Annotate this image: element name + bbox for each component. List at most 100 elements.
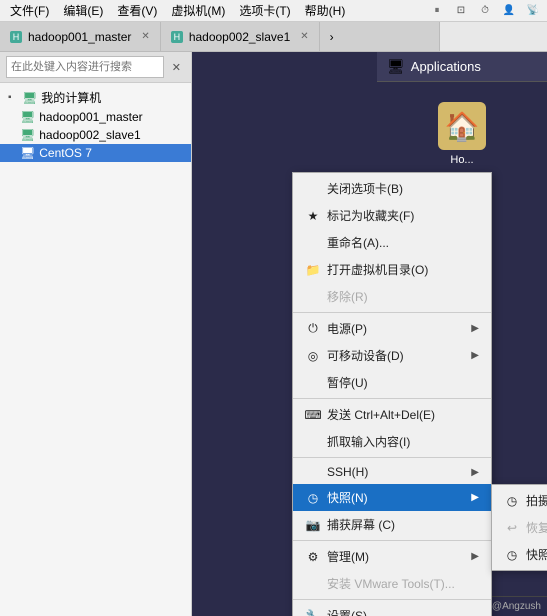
tree-root-label: 我的计算机 xyxy=(41,89,101,106)
ctx-label-power: 电源(P) xyxy=(327,320,367,337)
submenu-icon-take: ◷ xyxy=(504,494,520,508)
ctx-arrow-snapshot: ▶ xyxy=(471,492,479,503)
ctx-arrow-power: ▶ xyxy=(471,323,479,334)
menu-help[interactable]: 帮助(H) xyxy=(299,0,352,21)
user-icon[interactable]: 👤 xyxy=(499,2,519,20)
sidebar-header: ✕ xyxy=(0,52,191,83)
main-layout: ✕ ▪ 🖥 我的计算机 🖥 hadoop001_master 🖥 hadoop0… xyxy=(0,52,547,616)
submenu-restore-snapshot: ↩ 恢复到快照 xyxy=(492,514,547,541)
ctx-capture-screen[interactable]: 📷 捕获屏幕 (C) xyxy=(293,511,491,538)
tab-close-hadoop002[interactable]: ✕ xyxy=(300,31,308,42)
tab-icon-hadoop002: H xyxy=(171,31,183,43)
clock-icon[interactable]: ⏱ xyxy=(475,2,495,20)
submenu-label-take: 拍摄快照(T)... xyxy=(526,492,547,509)
ctx-icon-removable: ◎ xyxy=(305,349,321,363)
menu-tab[interactable]: 选项卡(T) xyxy=(233,0,296,21)
ctx-sep-1 xyxy=(293,312,491,313)
network-icon[interactable]: 📡 xyxy=(523,2,543,20)
tab-more[interactable]: › xyxy=(320,22,440,51)
ctx-icon-opendir: 📁 xyxy=(305,263,321,277)
ctx-icon-manage: ⚙ xyxy=(305,550,321,564)
ctx-bookmark[interactable]: ★ 标记为收藏夹(F) xyxy=(293,202,491,229)
ctx-sep-4 xyxy=(293,540,491,541)
vm-icon-hadoop001: 🖥 xyxy=(20,110,35,124)
menubar: 文件(F) 编辑(E) 查看(V) 虚拟机(M) 选项卡(T) 帮助(H) ⏸ … xyxy=(0,0,547,22)
snapshot-submenu: ◷ 拍摄快照(T)... ↩ 恢复到快照 ◷ 快照管理器(M) xyxy=(491,484,547,571)
home-folder-icon: 🏠 xyxy=(438,102,486,150)
ctx-snapshot[interactable]: ◷ 快照(N) ▶ ◷ 拍摄快照(T)... ↩ 恢复到快照 ◷ 快照管理器( xyxy=(293,484,491,511)
ctx-label-capture: 捕获屏幕 (C) xyxy=(327,516,395,533)
submenu-icon-manager: ◷ xyxy=(504,548,520,562)
tree-expand-icon: ▪ xyxy=(8,92,18,103)
tree-item-centos7[interactable]: 🖥 CentOS 7 xyxy=(0,144,191,162)
submenu-label-restore: 恢复到快照 xyxy=(526,519,547,536)
ctx-icon-snapshot: ◷ xyxy=(305,491,321,505)
tree-item-hadoop002[interactable]: 🖥 hadoop002_slave1 xyxy=(0,126,191,144)
tree-label-hadoop002: hadoop002_slave1 xyxy=(39,128,140,142)
app-header: 🖥 Applications xyxy=(377,52,547,82)
app-header-icon: 🖥 xyxy=(387,58,405,75)
ctx-close-tab[interactable]: 关闭选项卡(B) xyxy=(293,175,491,202)
ctx-label-remove: 移除(R) xyxy=(327,288,368,305)
window-icon[interactable]: ⊡ xyxy=(451,2,471,20)
desktop-icon-home[interactable]: 🏠 Ho... xyxy=(438,102,486,166)
ctx-label-close-tab: 关闭选项卡(B) xyxy=(327,180,403,197)
tab-close-hadoop001[interactable]: ✕ xyxy=(141,31,149,42)
sidebar-close-button[interactable]: ✕ xyxy=(168,59,185,76)
tree-label-hadoop001: hadoop001_master xyxy=(39,110,142,124)
ctx-open-dir[interactable]: 📁 打开虚拟机目录(O) xyxy=(293,256,491,283)
ctx-label-bookmark: 标记为收藏夹(F) xyxy=(327,207,414,224)
menu-edit[interactable]: 编辑(E) xyxy=(57,0,109,21)
tree-item-hadoop001[interactable]: 🖥 hadoop001_master xyxy=(0,108,191,126)
ctx-icon-capture: 📷 xyxy=(305,518,321,532)
menu-vm[interactable]: 虚拟机(M) xyxy=(165,0,231,21)
ctx-arrow-manage: ▶ xyxy=(471,551,479,562)
ctx-label-send-ctrl: 发送 Ctrl+Alt+Del(E) xyxy=(327,406,435,423)
app-header-title: Applications xyxy=(411,59,481,74)
ctx-label-settings: 设置(S)... xyxy=(327,607,377,616)
submenu-take-snapshot[interactable]: ◷ 拍摄快照(T)... xyxy=(492,487,547,514)
sidebar-search-input[interactable] xyxy=(6,56,164,78)
ctx-rename[interactable]: 重命名(A)... xyxy=(293,229,491,256)
tab-hadoop001[interactable]: H hadoop001_master ✕ xyxy=(0,22,161,51)
ctx-icon-bookmark: ★ xyxy=(305,209,321,223)
ctx-grab-input[interactable]: 抓取输入内容(I) xyxy=(293,428,491,455)
ctx-send-ctrl-alt-del[interactable]: ⌨ 发送 Ctrl+Alt+Del(E) xyxy=(293,401,491,428)
tabbar: H hadoop001_master ✕ H hadoop002_slave1 … xyxy=(0,22,547,52)
sidebar-tree: ▪ 🖥 我的计算机 🖥 hadoop001_master 🖥 hadoop002… xyxy=(0,83,191,616)
ctx-sep-5 xyxy=(293,599,491,600)
ctx-icon-settings: 🔧 xyxy=(305,609,321,616)
vm-icon-hadoop002: 🖥 xyxy=(20,128,35,142)
ctx-pause[interactable]: 暂停(U) xyxy=(293,369,491,396)
ctx-label-grab: 抓取输入内容(I) xyxy=(327,433,410,450)
ctx-power[interactable]: ⏻ 电源(P) ▶ xyxy=(293,315,491,342)
pause-icon[interactable]: ⏸ xyxy=(427,2,447,20)
ctx-label-pause: 暂停(U) xyxy=(327,374,368,391)
ctx-sep-2 xyxy=(293,398,491,399)
ctx-manage[interactable]: ⚙ 管理(M) ▶ xyxy=(293,543,491,570)
tree-label-centos7: CentOS 7 xyxy=(39,146,92,160)
ctx-icon-power: ⏻ xyxy=(305,321,321,336)
ctx-ssh[interactable]: SSH(H) ▶ xyxy=(293,460,491,484)
ctx-label-ssh: SSH(H) xyxy=(327,465,368,479)
tab-hadoop002[interactable]: H hadoop002_slave1 ✕ xyxy=(161,22,320,51)
submenu-icon-restore: ↩ xyxy=(504,521,520,535)
ctx-label-install-tools: 安装 VMware Tools(T)... xyxy=(327,575,455,592)
computer-icon: 🖥 xyxy=(22,91,37,105)
sidebar: ✕ ▪ 🖥 我的计算机 🖥 hadoop001_master 🖥 hadoop0… xyxy=(0,52,192,616)
desktop-icon-home-label: Ho... xyxy=(450,154,473,166)
vm-icon-centos7: 🖥 xyxy=(20,146,35,160)
submenu-label-manager: 快照管理器(M) xyxy=(526,546,547,563)
ctx-removable[interactable]: ◎ 可移动设备(D) ▶ xyxy=(293,342,491,369)
menu-file[interactable]: 文件(F) xyxy=(4,0,55,21)
ctx-settings[interactable]: 🔧 设置(S)... xyxy=(293,602,491,616)
ctx-install-tools: 安装 VMware Tools(T)... xyxy=(293,570,491,597)
submenu-snapshot-manager[interactable]: ◷ 快照管理器(M) xyxy=(492,541,547,568)
menubar-icons: ⏸ ⊡ ⏱ 👤 📡 xyxy=(427,2,543,20)
ctx-icon-keyboard: ⌨ xyxy=(305,408,321,422)
context-menu: 关闭选项卡(B) ★ 标记为收藏夹(F) 重命名(A)... 📁 打开虚拟机目录… xyxy=(292,172,492,616)
tree-item-root[interactable]: ▪ 🖥 我的计算机 xyxy=(0,87,191,108)
menu-view[interactable]: 查看(V) xyxy=(111,0,163,21)
ctx-arrow-removable: ▶ xyxy=(471,350,479,361)
ctx-label-removable: 可移动设备(D) xyxy=(327,347,404,364)
